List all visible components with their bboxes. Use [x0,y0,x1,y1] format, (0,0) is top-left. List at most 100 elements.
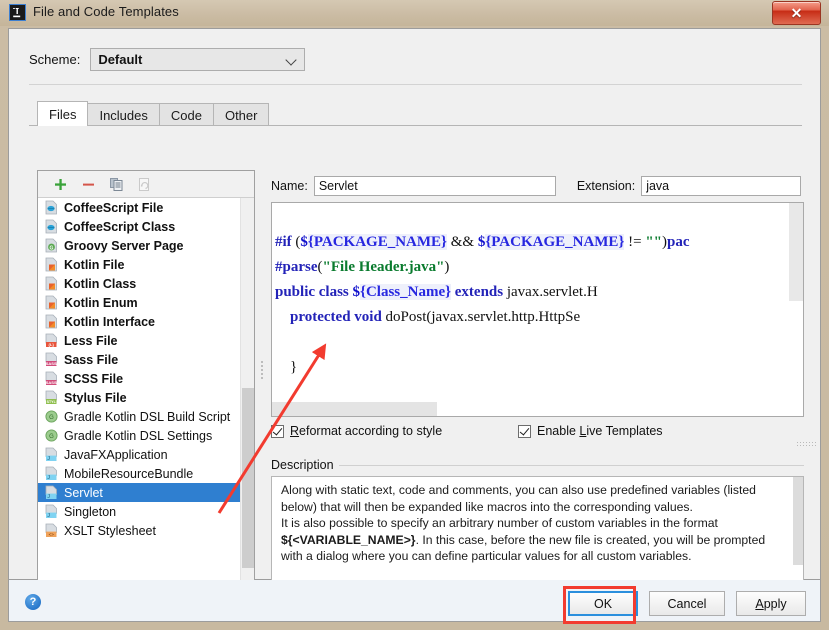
tab-bar: Files Includes Code Other [37,101,270,126]
name-extension-row: Name: Extension: [271,175,804,197]
stylus-file-icon: STYL [44,390,59,405]
list-item[interactable]: Kotlin Class [38,274,254,293]
reformat-checkbox[interactable]: Reformat according to style [271,424,442,438]
java-file-icon: J [44,485,59,500]
list-item[interactable]: SASS SCSS File [38,369,254,388]
list-item-label: Gradle Kotlin DSL Settings [64,428,213,443]
editor-options-row: Reformat according to style Enable Live … [271,424,804,442]
list-item-label: Gradle Kotlin DSL Build Script [64,409,231,424]
svg-text:G: G [50,245,54,251]
svg-text:G: G [49,434,54,440]
coffeescript-file-icon [44,219,59,234]
list-item-label: Kotlin Enum [64,295,138,310]
list-item[interactable]: J Servlet [38,483,254,502]
template-list-toolbar [38,171,254,198]
svg-text:SASS: SASS [46,380,57,385]
list-item[interactable]: J JavaFXApplication [38,445,254,464]
svg-text:STYL: STYL [47,400,57,404]
list-item[interactable]: STYL Stylus File [38,388,254,407]
template-extension-input[interactable] [641,176,802,196]
list-item-label: Servlet [64,485,103,500]
description-text: Along with static text, code and comment… [281,482,781,565]
list-item-label: Kotlin File [64,257,125,272]
java-file-icon: J [44,447,59,462]
panel-splitter[interactable] [259,359,264,389]
list-item-label: Stylus File [64,390,127,405]
scrollbar-thumb[interactable] [793,477,803,565]
help-icon[interactable]: ? [25,594,41,610]
tab-code[interactable]: Code [158,103,214,126]
svg-text:SASS: SASS [46,361,57,366]
tab-includes[interactable]: Includes [87,103,160,126]
list-item[interactable]: G Gradle Kotlin DSL Build Script [38,407,254,426]
live-templates-checkbox[interactable]: Enable Live Templates [518,424,663,438]
template-code-editor[interactable]: #if (${PACKAGE_NAME} && ${PACKAGE_NAME} … [271,202,804,417]
application-window: File and Code Templates ✕ Scheme: Defaul… [0,0,829,630]
kotlin-file-icon [44,276,59,291]
description-legend: Description [271,458,339,472]
gradle-icon: G [44,428,59,443]
list-item-label: Less File [64,333,118,348]
list-item[interactable]: Kotlin Interface [38,312,254,331]
description-paragraph-1: Along with static text, code and comment… [281,483,756,514]
template-list-panel: CoffeeScript File CoffeeScript Class G Groo… [37,170,255,599]
description-variable-format: ${<VARIABLE_NAME>} [281,532,416,547]
remove-template-button[interactable] [74,173,102,196]
list-item[interactable]: {L} Less File [38,331,254,350]
kotlin-file-icon [44,295,59,310]
template-list-scrollbar[interactable] [240,198,254,598]
reset-template-button[interactable] [130,173,158,196]
template-code-text: #if (${PACKAGE_NAME} && ${PACKAGE_NAME} … [275,234,690,375]
list-item[interactable]: Kotlin File [38,255,254,274]
copy-template-button[interactable] [102,173,130,196]
less-file-icon: {L} [44,333,59,348]
coffeescript-file-icon [44,200,59,215]
list-item-label: MobileResourceBundle [64,466,194,481]
editor-vertical-scrollbar[interactable] [789,203,803,402]
tab-underline [29,125,802,126]
list-item-label: Singleton [64,504,117,519]
reformat-checkbox-label: Reformat according to style [290,424,443,438]
tab-other[interactable]: Other [212,103,270,126]
title-bar: File and Code Templates ✕ [0,0,829,26]
list-item[interactable]: SASS Sass File [38,350,254,369]
template-list[interactable]: CoffeeScript File CoffeeScript Class G Groo… [38,198,254,598]
list-item[interactable]: J Singleton [38,502,254,521]
scrollbar-thumb[interactable] [242,388,254,568]
list-item[interactable]: G Groovy Server Page [38,236,254,255]
scss-file-icon: SASS [44,371,59,386]
live-templates-checkbox-label: Enable Live Templates [537,424,663,438]
template-name-input[interactable] [313,176,556,196]
close-button[interactable]: ✕ [772,1,821,25]
list-item[interactable]: J MobileResourceBundle [38,464,254,483]
extension-label: Extension: [576,179,636,193]
list-item[interactable]: Kotlin Enum [38,293,254,312]
cancel-button[interactable]: Cancel [649,591,725,616]
svg-text:{L}: {L} [48,342,54,347]
ok-button[interactable]: OK [568,591,638,616]
list-item[interactable]: CoffeeScript File [38,198,254,217]
scrollbar-thumb[interactable] [272,402,437,416]
tab-files[interactable]: Files [37,101,89,126]
svg-text:G: G [49,415,54,421]
checkbox-checked-icon [271,424,284,438]
list-item[interactable]: CoffeeScript Class [38,217,254,236]
scrollbar-thumb[interactable] [789,203,803,301]
list-item[interactable]: G Gradle Kotlin DSL Settings [38,426,254,445]
gradle-icon: G [44,409,59,424]
scheme-select[interactable]: Default [90,47,306,71]
editor-horizontal-scrollbar[interactable] [272,402,791,416]
java-file-icon: J [44,466,59,481]
list-item-label: CoffeeScript File [64,200,164,215]
file-and-code-templates-dialog: Scheme: Default Files Includes Code Othe… [8,28,821,599]
close-icon: ✕ [790,4,803,21]
template-detail-panel: Name: Extension: #if (${PACKAGE_NAME} &&… [271,170,816,599]
add-template-button[interactable] [46,173,74,196]
intellij-idea-icon [9,4,26,21]
svg-text:<>: <> [49,532,55,537]
list-item-label: SCSS File [64,371,124,386]
kotlin-file-icon [44,314,59,329]
list-item[interactable]: <> XSLT Stylesheet [38,521,254,540]
description-paragraph-2a: It is also possible to specify an arbitr… [281,516,718,530]
apply-button[interactable]: Apply [736,591,806,616]
